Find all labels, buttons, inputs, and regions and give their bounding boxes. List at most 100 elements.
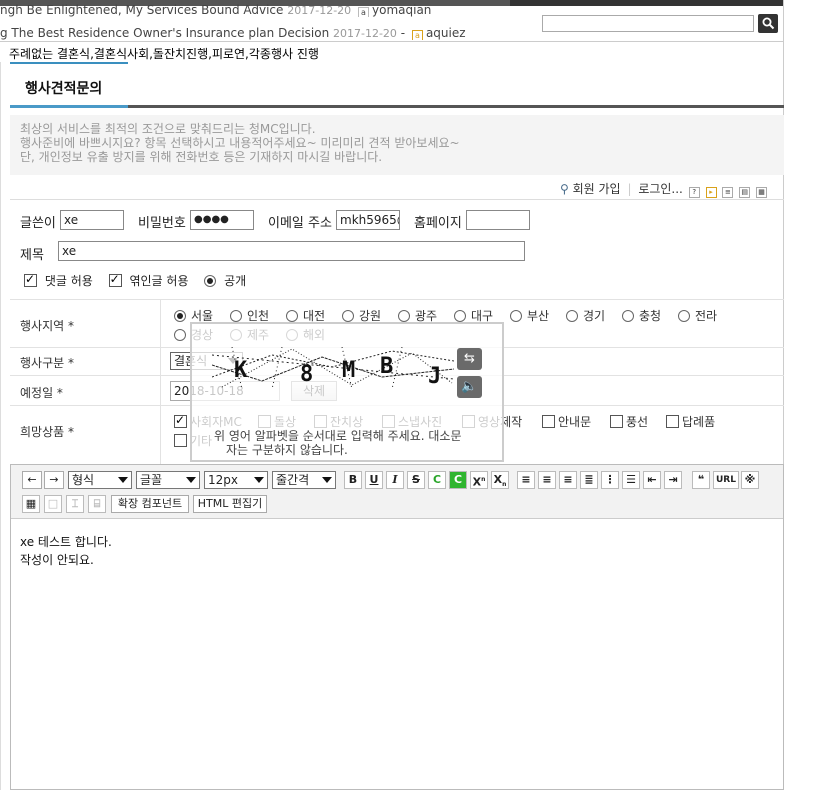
captcha-char: K [234,358,248,383]
radio-button[interactable] [454,310,466,322]
recent-post-title[interactable]: g The Best Residence Owner's Insurance p… [0,26,329,40]
cell-split-col-icon[interactable]: ⌶ [66,495,84,513]
special-char-button[interactable]: ※ [741,471,759,489]
login-link[interactable]: 로그인... [638,182,683,196]
member-icon: ⚲ [560,182,569,196]
gallery-view-icon[interactable]: ▦ [756,187,768,198]
site-tagline: 주례없는 결혼식,결혼식사회,돌잔치진행,피로연,각종행사 진행 [9,47,319,61]
strike-button[interactable]: S [407,471,425,489]
recent-post-title[interactable]: ngh Be Enlightened, My Services Bound Ad… [0,3,283,17]
webzine-view-icon[interactable]: ▤ [739,187,751,198]
allow-comment-checkbox[interactable] [24,272,37,287]
outdent-icon[interactable]: ⇤ [643,471,661,489]
cell-merge-icon[interactable]: □ [44,495,62,513]
search-button[interactable] [758,14,778,33]
font-color-button[interactable]: C [428,471,446,489]
region-option-label: 대구 [471,309,494,323]
font-size-select[interactable]: 12px [204,471,268,489]
product-option-label: 안내문 [558,415,592,429]
list-view-icon[interactable]: ≡ [722,187,734,198]
cell-split-row-icon[interactable]: ⌸ [88,495,106,513]
divider [10,199,784,200]
divider [0,41,784,42]
product-option[interactable]: 답례품 [666,413,715,430]
unordered-list-icon[interactable]: ☰ [622,471,640,489]
user-icon: a [358,7,369,17]
product-option[interactable]: 안내문 [542,413,591,430]
radio-button[interactable] [286,310,298,322]
captcha-refresh-button[interactable]: ⇆ [457,348,482,370]
align-right-icon[interactable]: ≡ [559,471,577,489]
recent-post-author[interactable]: yomaqian [372,3,431,17]
checkbox[interactable] [610,415,623,428]
title-input[interactable]: xe [58,241,525,261]
email-input[interactable]: mkh5965@ [336,210,400,230]
member-bar: ⚲ 회원 가입 | 로그인... ? ▸ ≡ ▤ ▦ [560,180,784,198]
writer-label: 글쓴이 [20,216,56,231]
speaker-icon: 🔈 [461,379,478,394]
radio-button[interactable] [566,310,578,322]
rss-icon[interactable]: ▸ [705,187,717,198]
editor-content[interactable]: xe 테스트 합니다. 작성이 안되요. [20,533,112,569]
align-center-icon[interactable]: ≡ [538,471,556,489]
region-option[interactable]: 전라 [678,307,717,324]
divider [10,299,784,300]
indent-icon[interactable]: ⇥ [664,471,682,489]
region-option-label: 부산 [527,309,550,323]
region-option[interactable]: 경기 [566,307,605,324]
region-option-label: 대전 [303,309,326,323]
quote-button[interactable]: ❝ [692,471,710,489]
search-input[interactable] [542,15,754,32]
event-type-label: 행사구분 * [20,356,74,370]
captcha-note-line: 자는 구분하지 않습니다. [226,443,348,457]
font-select[interactable]: 글꼴 [136,471,200,489]
line-height-select[interactable]: 줄간격 [272,471,336,489]
ordered-list-icon[interactable]: ⋮ [601,471,619,489]
italic-button[interactable]: I [386,471,404,489]
allow-trackback-checkbox[interactable] [108,272,122,287]
table-icon[interactable]: ▦ [22,495,40,513]
public-radio[interactable] [204,275,217,287]
html-editor-button[interactable]: HTML 편집기 [193,495,267,513]
bg-color-button[interactable]: C [449,471,467,489]
captcha-audio-button[interactable]: 🔈 [457,376,482,398]
url-button[interactable]: URL [713,471,739,489]
undo-button[interactable]: ← [22,471,42,489]
tab-event-inquiry[interactable]: 행사견적문의 [10,62,128,106]
checkbox[interactable] [174,413,187,428]
bold-button[interactable]: B [344,471,362,489]
align-left-icon[interactable]: ≡ [517,471,535,489]
homepage-input[interactable] [466,210,530,230]
writer-input[interactable]: xe [60,210,124,230]
recent-post-author[interactable]: aquiez [426,26,466,40]
recent-post-1[interactable]: ngh Be Enlightened, My Services Bound Ad… [0,3,536,17]
region-option[interactable]: 부산 [510,307,549,324]
underline-button[interactable]: U [365,471,383,489]
radio-button[interactable] [678,310,690,322]
top-bar-dark [510,0,784,6]
join-link[interactable]: 회원 가입 [573,182,621,196]
region-option[interactable]: 충청 [622,307,661,324]
superscript-button[interactable]: Xn [470,471,488,489]
redo-button[interactable]: → [44,471,64,489]
radio-button[interactable] [174,329,186,341]
radio-button[interactable] [622,310,634,322]
radio-button[interactable] [342,310,354,322]
recent-post-2[interactable]: g The Best Residence Owner's Insurance p… [0,26,536,40]
product-option[interactable]: 풍선 [610,413,648,430]
radio-button[interactable] [230,310,242,322]
email-label: 이메일 주소 [268,216,332,231]
checkbox[interactable] [542,415,555,428]
help-icon[interactable]: ? [688,187,700,198]
checkbox[interactable] [666,415,679,428]
radio-button[interactable] [174,310,186,322]
checkbox[interactable] [174,434,187,447]
align-justify-icon[interactable]: ≣ [580,471,598,489]
radio-button[interactable] [510,310,522,322]
format-select[interactable]: 형식 [68,471,132,489]
subscript-button[interactable]: Xn [491,471,509,489]
extension-component-button[interactable]: 확장 컴포넌트 [111,495,189,513]
captcha-char: 8 [300,362,313,387]
radio-button[interactable] [398,310,410,322]
password-input[interactable]: ●●●● [190,210,254,230]
